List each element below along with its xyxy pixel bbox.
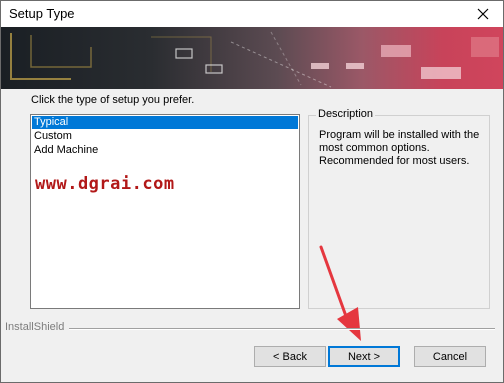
- setup-type-window: Setup Type Click the type of setup you p…: [0, 0, 504, 383]
- next-button[interactable]: Next >: [328, 346, 400, 367]
- arrow-annotation-icon: [319, 245, 361, 341]
- cancel-button[interactable]: Cancel: [414, 346, 486, 367]
- footer-divider: [69, 328, 495, 330]
- back-button[interactable]: < Back: [254, 346, 326, 367]
- installshield-label: InstallShield: [5, 321, 65, 333]
